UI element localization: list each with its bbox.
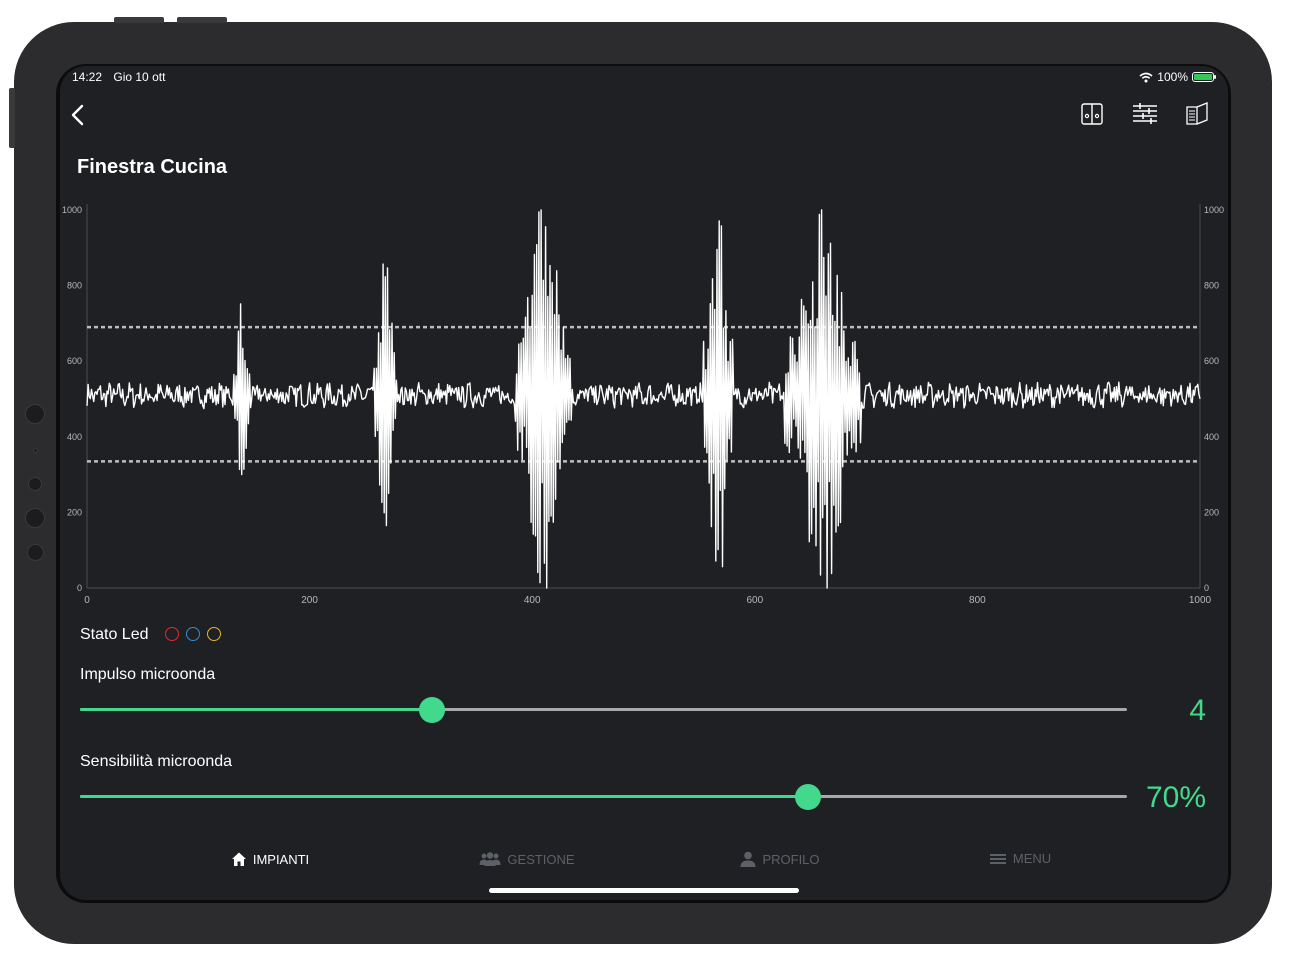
status-bar-left: 14:22 Gio 10 ott [72,70,165,84]
slider-thumb[interactable] [794,784,821,810]
x-tick-label: 200 [301,595,318,606]
y-tick-label-right: 800 [1204,281,1219,291]
side-button [9,88,15,148]
y-tick-label-right: 1000 [1204,205,1224,215]
x-tick-label: 400 [524,595,541,606]
slider-fill [80,708,432,711]
tab-label: PROFILO [762,851,820,867]
users-icon [479,852,501,866]
battery-icon [1192,72,1216,82]
home-icon [231,852,246,866]
led-indicator-red [165,627,179,641]
tab-gestione[interactable]: GESTIONE [437,851,617,867]
y-tick-label-right: 400 [1204,432,1219,442]
side-sensor [33,448,38,453]
x-tick-label: 1000 [1189,595,1212,606]
back-button[interactable] [68,100,92,130]
user-icon [740,851,756,867]
home-indicator[interactable] [489,888,799,893]
slider-thumb[interactable] [418,697,445,723]
sliders-icon [1133,103,1157,124]
side-sensor [25,404,45,424]
led-indicator-blue [186,627,200,641]
side-sensor [27,544,44,561]
page-title: Finestra Cucina [77,156,228,178]
y-tick-label: 800 [67,281,82,291]
x-tick-label: 600 [746,595,763,606]
tab-label: GESTIONE [507,851,575,867]
led-indicator-yellow [207,627,221,641]
slider-fill [80,795,808,798]
y-tick-label: 1000 [62,205,82,215]
status-time: 14:22 [72,70,103,84]
manual-button[interactable] [1184,100,1212,128]
menu-icon [989,853,1006,864]
signal-series-line [86,209,1201,589]
status-bar-right: 100% [1139,70,1216,84]
tab-bar: IMPIANTI GESTIONE PROFILO MENU [60,851,1228,875]
sensitivity-slider[interactable] [80,784,1127,810]
app-screen: 14:22 Gio 10 ott 100% Finestra Cucina 0 … [60,66,1228,900]
sensitivity-value: 70% [1145,781,1206,814]
wifi-icon [1139,72,1153,82]
tab-label: MENU [1012,851,1052,866]
book-icon [1186,102,1208,125]
y-tick-label: 200 [67,507,82,517]
y-tick-label-right: 600 [1204,356,1219,366]
signal-chart: 0 0200 200400 400600 600800 8001000 10000 200 40… [62,204,1224,606]
impulse-label: Impulso microonda [80,666,216,683]
tab-label: IMPIANTI [252,851,310,867]
side-sensor [25,508,45,528]
battery-percentage: 100% [1157,70,1188,84]
top-button [114,17,164,23]
x-tick-label: 0 [84,595,90,606]
status-date: Gio 10 ott [113,70,166,84]
y-tick-label: 0 [77,583,82,593]
led-status-indicators [165,627,221,641]
impulse-value: 4 [1189,694,1206,727]
x-tick-label: 800 [969,595,986,606]
y-tick-label: 600 [67,356,82,366]
settings-sliders-button[interactable] [1131,100,1159,128]
led-status-label: Stato Led [80,626,149,643]
tab-menu[interactable]: MENU [930,851,1110,866]
sensitivity-label: Sensibilità microonda [80,753,233,770]
tab-profilo[interactable]: PROFILO [690,851,870,867]
side-sensor [28,477,42,491]
y-tick-label-right: 0 [1204,583,1209,593]
y-tick-label: 400 [67,432,82,442]
impulse-slider[interactable] [80,697,1127,723]
split-view-button[interactable] [1078,100,1106,128]
y-tick-label-right: 200 [1204,507,1219,517]
tab-impianti[interactable]: IMPIANTI [180,851,360,867]
chevron-left-icon [71,104,84,126]
top-button-2 [177,17,227,23]
split-view-icon [1081,103,1103,125]
